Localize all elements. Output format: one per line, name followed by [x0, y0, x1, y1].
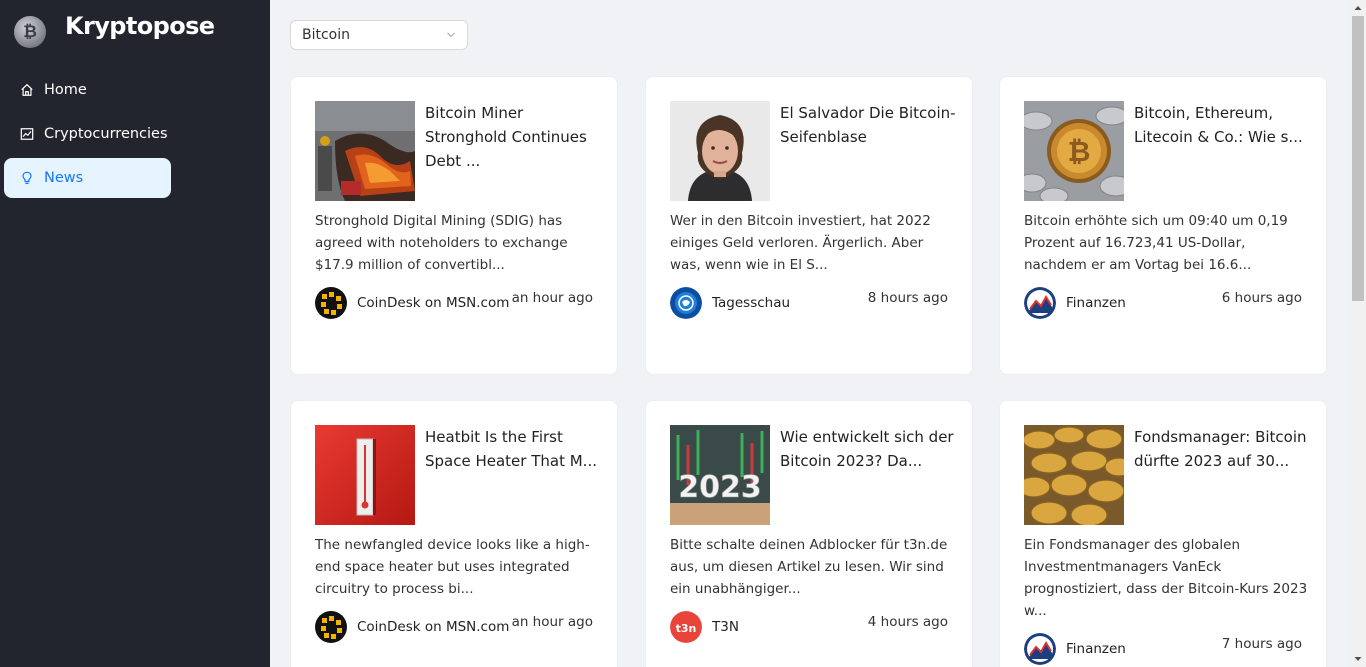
news-provider: Finanzen: [1024, 633, 1126, 665]
news-provider: CoinDesk on MSN.com: [315, 287, 509, 319]
scroll-down-icon[interactable]: [1350, 651, 1366, 667]
coindesk-logo-icon: [315, 611, 347, 643]
sidebar: ₿ Kryptopose Home Cryptocurrencies News: [0, 0, 270, 667]
news-description: Bitte schalte deinen Adblocker für t3n.d…: [670, 537, 948, 597]
finanzen-logo-icon: [1024, 633, 1056, 665]
finanzen-logo-icon: [1024, 287, 1056, 319]
bulb-icon: [20, 171, 34, 185]
news-provider: t3n T3N: [670, 611, 739, 643]
crypto-select[interactable]: Bitcoin: [290, 20, 468, 50]
news-thumbnail: ₿: [1024, 101, 1124, 201]
news-title[interactable]: Heatbit Is the First Space Heater That M…: [425, 425, 605, 473]
sidebar-item-cryptocurrencies[interactable]: Cryptocurrencies: [4, 114, 171, 154]
sidebar-nav: Home Cryptocurrencies News: [4, 70, 171, 202]
sidebar-item-label: Cryptocurrencies: [44, 126, 168, 142]
select-value: Bitcoin: [302, 27, 351, 43]
main-content: Bitcoin Bitcoin Miner Stronghold Continu…: [270, 0, 1350, 667]
provider-name: CoinDesk on MSN.com: [357, 295, 510, 311]
coindesk-logo-icon: [315, 287, 347, 319]
chart-icon: [20, 127, 34, 141]
bitcoin-logo-icon: ₿: [14, 16, 46, 48]
news-card[interactable]: El Salvador Die Bitcoin-Seifenblase Wer …: [645, 76, 973, 375]
news-time: 7 hours ago: [1221, 636, 1302, 652]
news-card[interactable]: 2023 Wie entwickelt sich der Bitcoin 202…: [645, 400, 973, 667]
news-time: 8 hours ago: [867, 290, 948, 306]
news-card[interactable]: Fondsmanager: Bitcoin dürfte 2023 auf 30…: [999, 400, 1327, 667]
provider-name: T3N: [712, 619, 739, 635]
sidebar-item-label: News: [44, 170, 84, 186]
news-title[interactable]: Wie entwickelt sich der Bitcoin 2023? Da…: [780, 425, 960, 473]
logo-symbol: ₿: [23, 22, 37, 42]
provider-name: CoinDesk on MSN.com: [357, 619, 510, 635]
home-icon: [20, 83, 34, 97]
news-thumbnail: [315, 101, 415, 201]
news-card[interactable]: ₿ Bitcoin, Ethereum, Litecoin & Co.: Wie…: [999, 76, 1327, 375]
sidebar-item-label: Home: [44, 82, 87, 98]
provider-name: Tagesschau: [712, 295, 791, 311]
t3n-logo-text: t3n: [676, 622, 697, 635]
news-thumbnail: [1024, 425, 1124, 525]
app-title: Kryptopose: [65, 12, 215, 40]
news-card[interactable]: Bitcoin Miner Stronghold Continues Debt …: [290, 76, 618, 375]
news-time: 4 hours ago: [867, 614, 948, 630]
news-title[interactable]: Bitcoin Miner Stronghold Continues Debt …: [425, 101, 605, 173]
news-time: an hour ago: [511, 290, 593, 306]
provider-name: Finanzen: [1066, 295, 1126, 311]
news-title[interactable]: Fondsmanager: Bitcoin dürfte 2023 auf 30…: [1134, 425, 1314, 473]
news-description: Bitcoin erhöhte sich um 09:40 um 0,19 Pr…: [1024, 213, 1288, 273]
news-provider: Finanzen: [1024, 287, 1126, 319]
news-description: Ein Fondsmanager des globalen Investment…: [1024, 537, 1308, 619]
news-thumbnail: [315, 425, 415, 525]
news-title[interactable]: Bitcoin, Ethereum, Litecoin & Co.: Wie s…: [1134, 101, 1314, 149]
svg-text:₿: ₿: [1068, 135, 1091, 168]
scroll-thumb[interactable]: [1352, 16, 1364, 301]
tagesschau-logo-icon: [670, 287, 702, 319]
news-description: Stronghold Digital Mining (SDIG) has agr…: [315, 213, 568, 273]
news-card[interactable]: Heatbit Is the First Space Heater That M…: [290, 400, 618, 667]
brand[interactable]: ₿ Kryptopose: [14, 12, 215, 50]
scroll-up-icon[interactable]: [1350, 0, 1366, 16]
thumbnail-year: 2023: [678, 470, 762, 505]
news-time: an hour ago: [511, 614, 593, 630]
news-title[interactable]: El Salvador Die Bitcoin-Seifenblase: [780, 101, 960, 149]
news-time: 6 hours ago: [1221, 290, 1302, 306]
t3n-logo-icon: t3n: [670, 611, 702, 643]
chevron-down-icon: [447, 32, 455, 38]
vertical-scrollbar[interactable]: [1350, 0, 1366, 667]
news-provider: CoinDesk on MSN.com: [315, 611, 509, 643]
news-thumbnail: 2023: [670, 425, 770, 525]
sidebar-item-news[interactable]: News: [4, 158, 171, 198]
provider-name: Finanzen: [1066, 641, 1126, 657]
news-provider: Tagesschau: [670, 287, 790, 319]
news-thumbnail: [670, 101, 770, 201]
news-description: Wer in den Bitcoin investiert, hat 2022 …: [670, 213, 931, 273]
sidebar-item-home[interactable]: Home: [4, 70, 171, 110]
news-description: The newfangled device looks like a high-…: [315, 537, 590, 597]
